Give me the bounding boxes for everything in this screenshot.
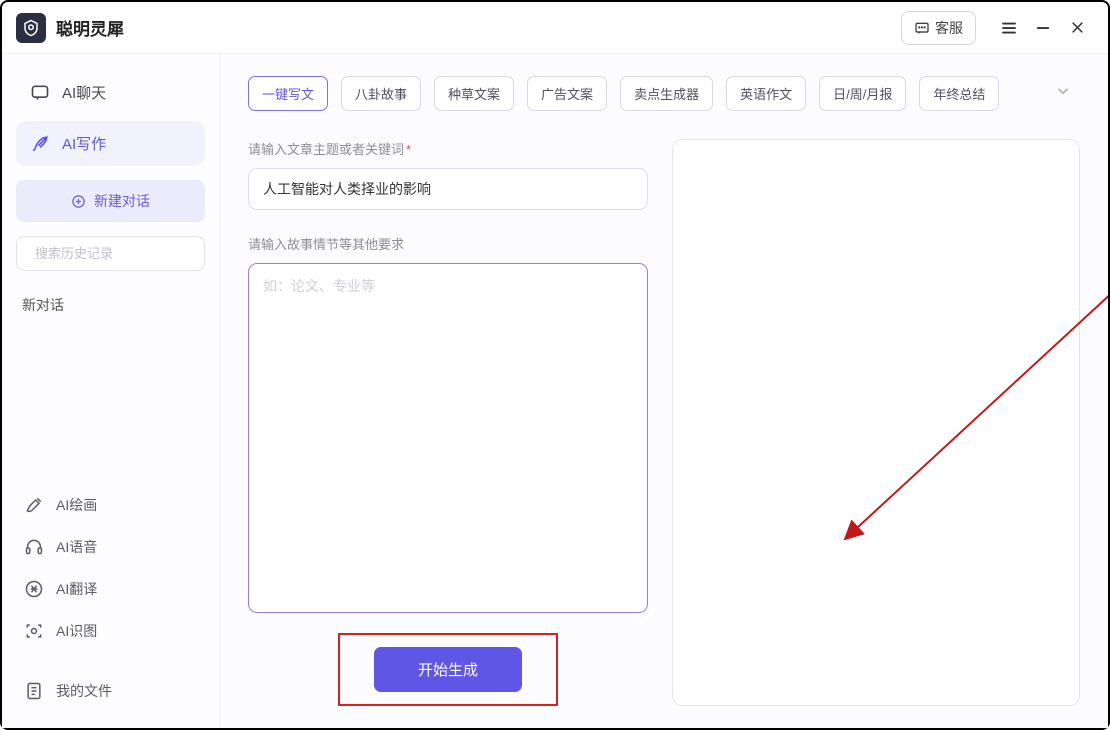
- brush-icon: [24, 495, 44, 515]
- main-content: 一键写文 八卦故事 种草文案 广告文案 卖点生成器 英语作文 日/周/月报 年终…: [220, 54, 1108, 728]
- image-scan-icon: [24, 621, 44, 641]
- customer-support-button[interactable]: 客服: [901, 11, 976, 45]
- my-files-label: 我的文件: [56, 681, 112, 701]
- history-item[interactable]: 新对话: [16, 287, 205, 323]
- tag-ad-copy[interactable]: 广告文案: [527, 76, 607, 111]
- close-icon[interactable]: [1066, 17, 1088, 39]
- tag-one-click-write[interactable]: 一键写文: [248, 76, 328, 111]
- sidebar-item-ai-write[interactable]: AI写作: [16, 121, 205, 166]
- details-label: 请输入故事情节等其他要求: [248, 234, 648, 253]
- generate-highlight-box: 开始生成: [338, 633, 558, 706]
- tool-label: AI绘画: [56, 495, 97, 515]
- file-icon: [24, 681, 44, 701]
- input-column: 请输入文章主题或者关键词* 请输入故事情节等其他要求 开始生成: [248, 139, 648, 706]
- generate-button[interactable]: 开始生成: [374, 647, 522, 692]
- tag-selling-point-generator[interactable]: 卖点生成器: [620, 76, 713, 111]
- tag-recommendation-copy[interactable]: 种草文案: [434, 76, 514, 111]
- customer-support-label: 客服: [935, 18, 963, 38]
- sidebar-my-files[interactable]: 我的文件: [16, 670, 205, 712]
- sidebar-item-ai-chat[interactable]: AI聊天: [16, 70, 205, 115]
- sidebar-tool-ai-paint[interactable]: AI绘画: [16, 484, 205, 526]
- sidebar: AI聊天 AI写作 新建对话 新对话: [2, 54, 220, 728]
- topic-label: 请输入文章主题或者关键词*: [248, 139, 648, 158]
- search-history-box[interactable]: [16, 236, 205, 271]
- tag-year-summary[interactable]: 年终总结: [919, 76, 999, 111]
- app-title: 聪明灵犀: [56, 15, 124, 40]
- tool-label: AI语音: [56, 537, 97, 557]
- app-logo-icon: [16, 13, 46, 43]
- sidebar-item-label: AI聊天: [62, 82, 106, 103]
- new-conversation-button[interactable]: 新建对话: [16, 180, 205, 222]
- new-conversation-label: 新建对话: [94, 191, 150, 211]
- tag-report[interactable]: 日/周/月报: [819, 76, 906, 111]
- sidebar-tool-ai-voice[interactable]: AI语音: [16, 526, 205, 568]
- menu-icon[interactable]: [998, 17, 1020, 39]
- search-input[interactable]: [35, 246, 211, 261]
- tool-label: AI翻译: [56, 579, 97, 599]
- minimize-icon[interactable]: [1032, 17, 1054, 39]
- sidebar-tool-ai-translate[interactable]: AI翻译: [16, 568, 205, 610]
- tool-label: AI识图: [56, 621, 97, 641]
- headphones-icon: [24, 537, 44, 557]
- translate-icon: [24, 579, 44, 599]
- details-textarea[interactable]: [248, 263, 648, 613]
- expand-tags-button[interactable]: [1046, 78, 1080, 109]
- tag-english-essay[interactable]: 英语作文: [726, 76, 806, 111]
- feather-icon: [30, 134, 50, 154]
- topic-input[interactable]: [248, 168, 648, 210]
- title-bar: 聪明灵犀 客服: [2, 2, 1108, 54]
- sidebar-item-label: AI写作: [62, 133, 106, 154]
- tag-gossip-story[interactable]: 八卦故事: [341, 76, 421, 111]
- template-tag-row: 一键写文 八卦故事 种草文案 广告文案 卖点生成器 英语作文 日/周/月报 年终…: [248, 76, 1080, 111]
- chat-icon: [30, 83, 50, 103]
- sidebar-tool-ai-image-rec[interactable]: AI识图: [16, 610, 205, 652]
- output-panel: [672, 139, 1080, 706]
